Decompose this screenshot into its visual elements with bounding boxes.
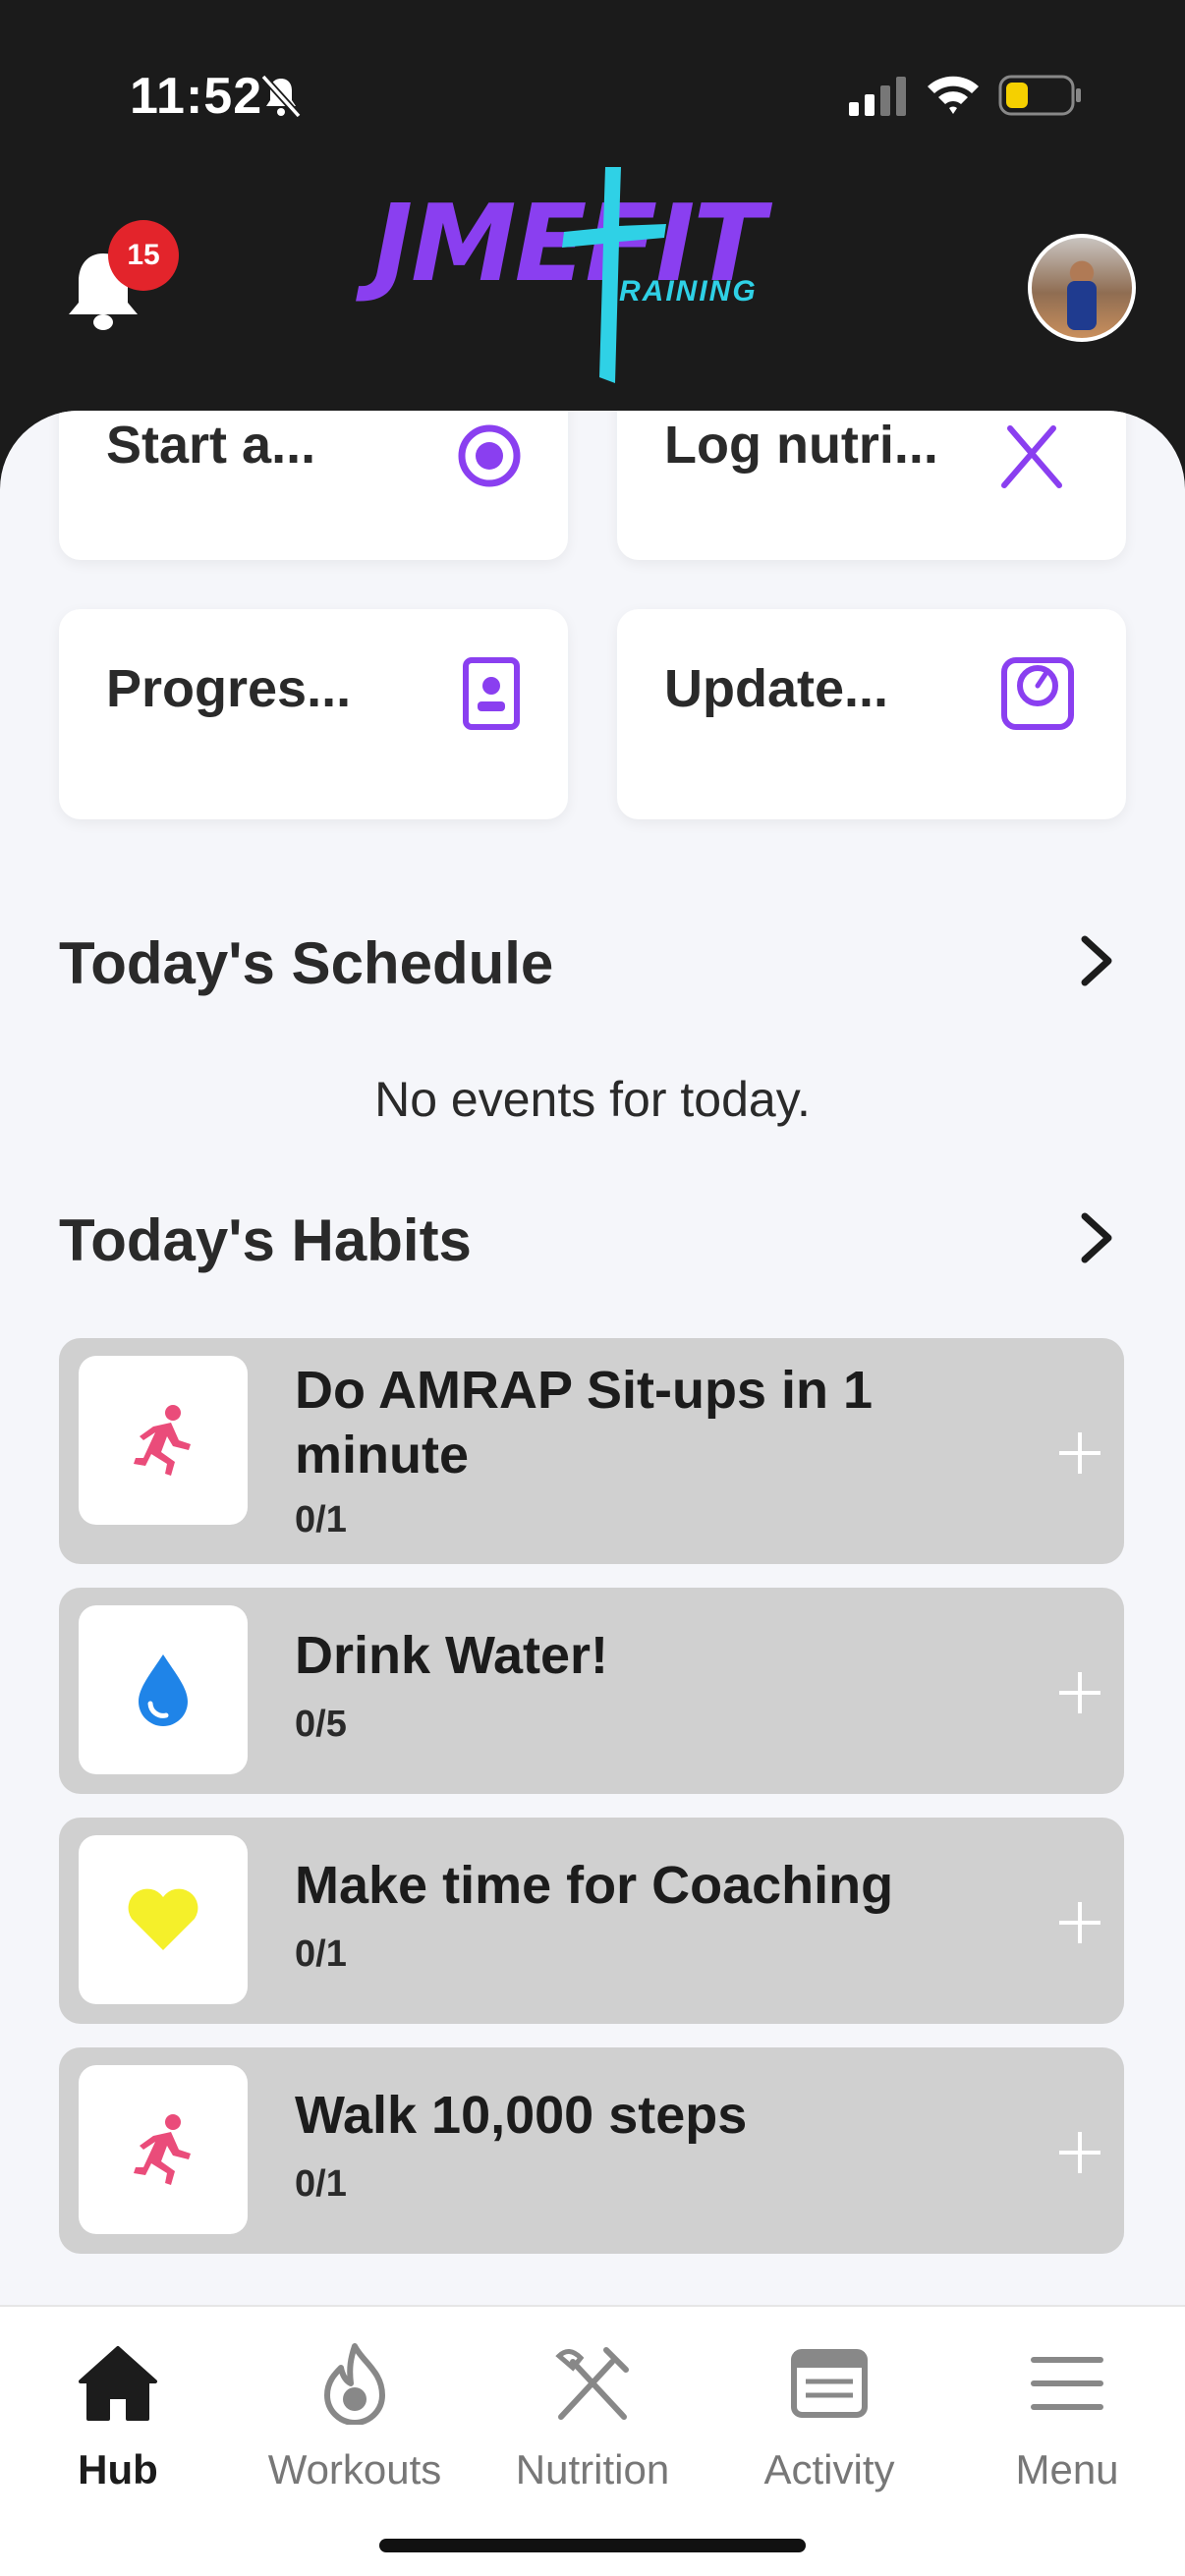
notification-badge: 15 [108,220,179,291]
tab-nutrition[interactable]: Nutrition [484,2342,701,2509]
habit-card[interactable]: Walk 10,000 steps 0/1 [59,2047,1124,2254]
habit-icon-box [79,1605,248,1774]
tab-activity[interactable]: Activity [721,2342,937,2509]
tab-label: Nutrition [515,2446,670,2492]
quick-action-nutrition-card[interactable]: Log nutri... [617,411,1126,560]
scale-icon [1001,657,1074,730]
battery-icon [998,75,1081,116]
tab-hub[interactable]: Hub [10,2342,226,2509]
target-icon [458,424,521,487]
quick-action-label: Log nutri... [664,416,938,475]
cellular-signal-icon [849,77,906,116]
status-time: 11:52 [130,68,263,125]
add-icon[interactable] [1055,2128,1104,2177]
quick-action-progress-card[interactable]: Progres... [59,609,568,819]
tab-label: Hub [78,2446,158,2492]
habit-progress: 0/1 [295,1499,347,1540]
home-icon [79,2346,157,2421]
habit-icon-box [79,2065,248,2234]
badge-icon [463,657,520,730]
running-icon [134,2114,191,2185]
habit-card[interactable]: Drink Water! 0/5 [59,1588,1124,1794]
profile-avatar[interactable] [1028,234,1136,342]
quick-action-start-card[interactable]: Start a... [59,411,568,560]
habit-title: Make time for Coaching [295,1856,894,1915]
habit-card[interactable]: Do AMRAP Sit-ups in 1 minute 0/1 [59,1338,1124,1564]
home-indicator[interactable] [379,2539,806,2552]
add-icon[interactable] [1055,1428,1104,1478]
tab-label: Activity [763,2446,895,2492]
quick-action-label: Update... [664,659,889,718]
schedule-chevron-right-icon[interactable] [1075,931,1118,990]
quick-action-label: Progres... [106,659,352,718]
flame-icon [324,2343,385,2425]
wifi-icon [928,76,979,114]
habit-icon-box [79,1356,248,1525]
habits-chevron-right-icon[interactable] [1075,1208,1118,1267]
habit-icon-box [79,1835,248,2004]
habit-title: Walk 10,000 steps [295,2086,748,2145]
hub-content: Start a... Log nutri... Progres... Updat… [0,411,1185,2307]
habit-progress: 0/1 [295,2163,347,2205]
tab-menu[interactable]: Menu [959,2342,1175,2509]
hamburger-icon [1031,2357,1103,2410]
water-drop-icon [139,1654,188,1726]
logo-subtext: RAINING [619,275,758,308]
app-screen: 11:52 15 JMEFIT RAINING [0,0,1185,2576]
bottom-tab-bar: Hub Workouts Nutrition Activity Menu [0,2305,1185,2576]
tab-label: Menu [1015,2446,1119,2492]
tab-workouts[interactable]: Workouts [247,2342,463,2509]
tab-label: Workouts [267,2446,442,2492]
habit-card[interactable]: Make time for Coaching 0/1 [59,1818,1124,2024]
quick-action-update-card[interactable]: Update... [617,609,1126,819]
heart-icon [128,1888,198,1950]
habits-title: Today's Habits [59,1207,472,1273]
add-icon[interactable] [1055,1898,1104,1947]
utensils-icon [1001,425,1062,488]
running-icon [134,1405,191,1476]
schedule-empty-text: No events for today. [374,1072,811,1127]
add-icon[interactable] [1055,1668,1104,1717]
utensils-icon [555,2347,629,2420]
quick-action-label: Start a... [106,416,316,475]
silent-mode-icon [260,74,302,119]
app-logo: JMEFIT RAINING [373,167,806,383]
habit-progress: 0/5 [295,1704,347,1745]
habit-progress: 0/1 [295,1933,347,1975]
habit-title: Do AMRAP Sit-ups in 1 minute [295,1361,874,1484]
schedule-title: Today's Schedule [59,930,554,996]
calendar-card-icon [791,2349,868,2418]
habit-title: Drink Water! [295,1626,609,1685]
